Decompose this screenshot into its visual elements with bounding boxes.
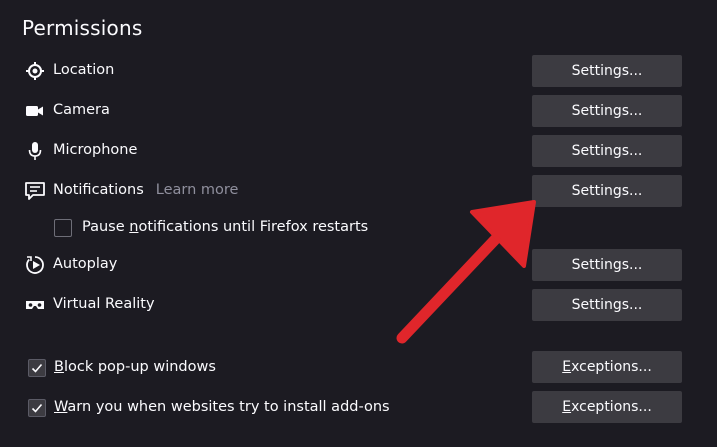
checkmark-icon bbox=[31, 363, 43, 373]
notifications-label-text: Notifications bbox=[53, 182, 144, 198]
virtual-reality-settings-button[interactable]: Settings... bbox=[532, 289, 682, 321]
notifications-icon bbox=[24, 181, 46, 201]
location-icon bbox=[24, 61, 46, 81]
exceptions-accesskey: E bbox=[562, 399, 572, 415]
exceptions-post: xceptions... bbox=[571, 399, 652, 415]
permission-label-notifications: Notifications Learn more bbox=[53, 182, 238, 198]
exceptions-accesskey: E bbox=[562, 359, 572, 375]
permission-label-camera: Camera bbox=[53, 102, 110, 118]
pause-notifications-label[interactable]: Pause notifications until Firefox restar… bbox=[82, 219, 368, 235]
camera-icon bbox=[24, 101, 46, 121]
checkmark-icon bbox=[31, 403, 43, 413]
location-settings-button[interactable]: Settings... bbox=[532, 55, 682, 87]
pause-label-post: otifications until Firefox restarts bbox=[138, 219, 369, 235]
microphone-settings-button[interactable]: Settings... bbox=[532, 135, 682, 167]
warn-addons-label-post: arn you when websites try to install add… bbox=[67, 399, 390, 415]
permission-label-autoplay: Autoplay bbox=[53, 256, 118, 272]
vr-headset-icon bbox=[24, 295, 46, 315]
block-popups-exceptions-button[interactable]: Exceptions... bbox=[532, 351, 682, 383]
block-popups-label[interactable]: Block pop-up windows bbox=[54, 359, 216, 375]
autoplay-icon bbox=[24, 255, 46, 275]
warn-addons-exceptions-button[interactable]: Exceptions... bbox=[532, 391, 682, 423]
microphone-icon bbox=[24, 141, 46, 161]
camera-settings-button[interactable]: Settings... bbox=[532, 95, 682, 127]
warn-addons-checkbox[interactable] bbox=[28, 399, 46, 417]
block-popups-checkbox[interactable] bbox=[28, 359, 46, 377]
permission-label-virtual-reality: Virtual Reality bbox=[53, 296, 155, 312]
pause-label-pre: Pause bbox=[82, 219, 130, 235]
warn-addons-label[interactable]: Warn you when websites try to install ad… bbox=[54, 399, 390, 415]
section-title: Permissions bbox=[22, 16, 143, 40]
pause-notifications-checkbox[interactable] bbox=[54, 219, 72, 237]
block-popups-label-post: lock pop-up windows bbox=[63, 359, 216, 375]
warn-addons-accesskey: W bbox=[54, 399, 68, 415]
notifications-settings-button[interactable]: Settings... bbox=[532, 175, 682, 207]
block-popups-accesskey: B bbox=[54, 359, 64, 375]
permission-label-microphone: Microphone bbox=[53, 142, 138, 158]
exceptions-post: xceptions... bbox=[571, 359, 652, 375]
learn-more-link[interactable]: Learn more bbox=[156, 182, 239, 198]
autoplay-settings-button[interactable]: Settings... bbox=[532, 249, 682, 281]
permission-label-location: Location bbox=[53, 62, 115, 78]
